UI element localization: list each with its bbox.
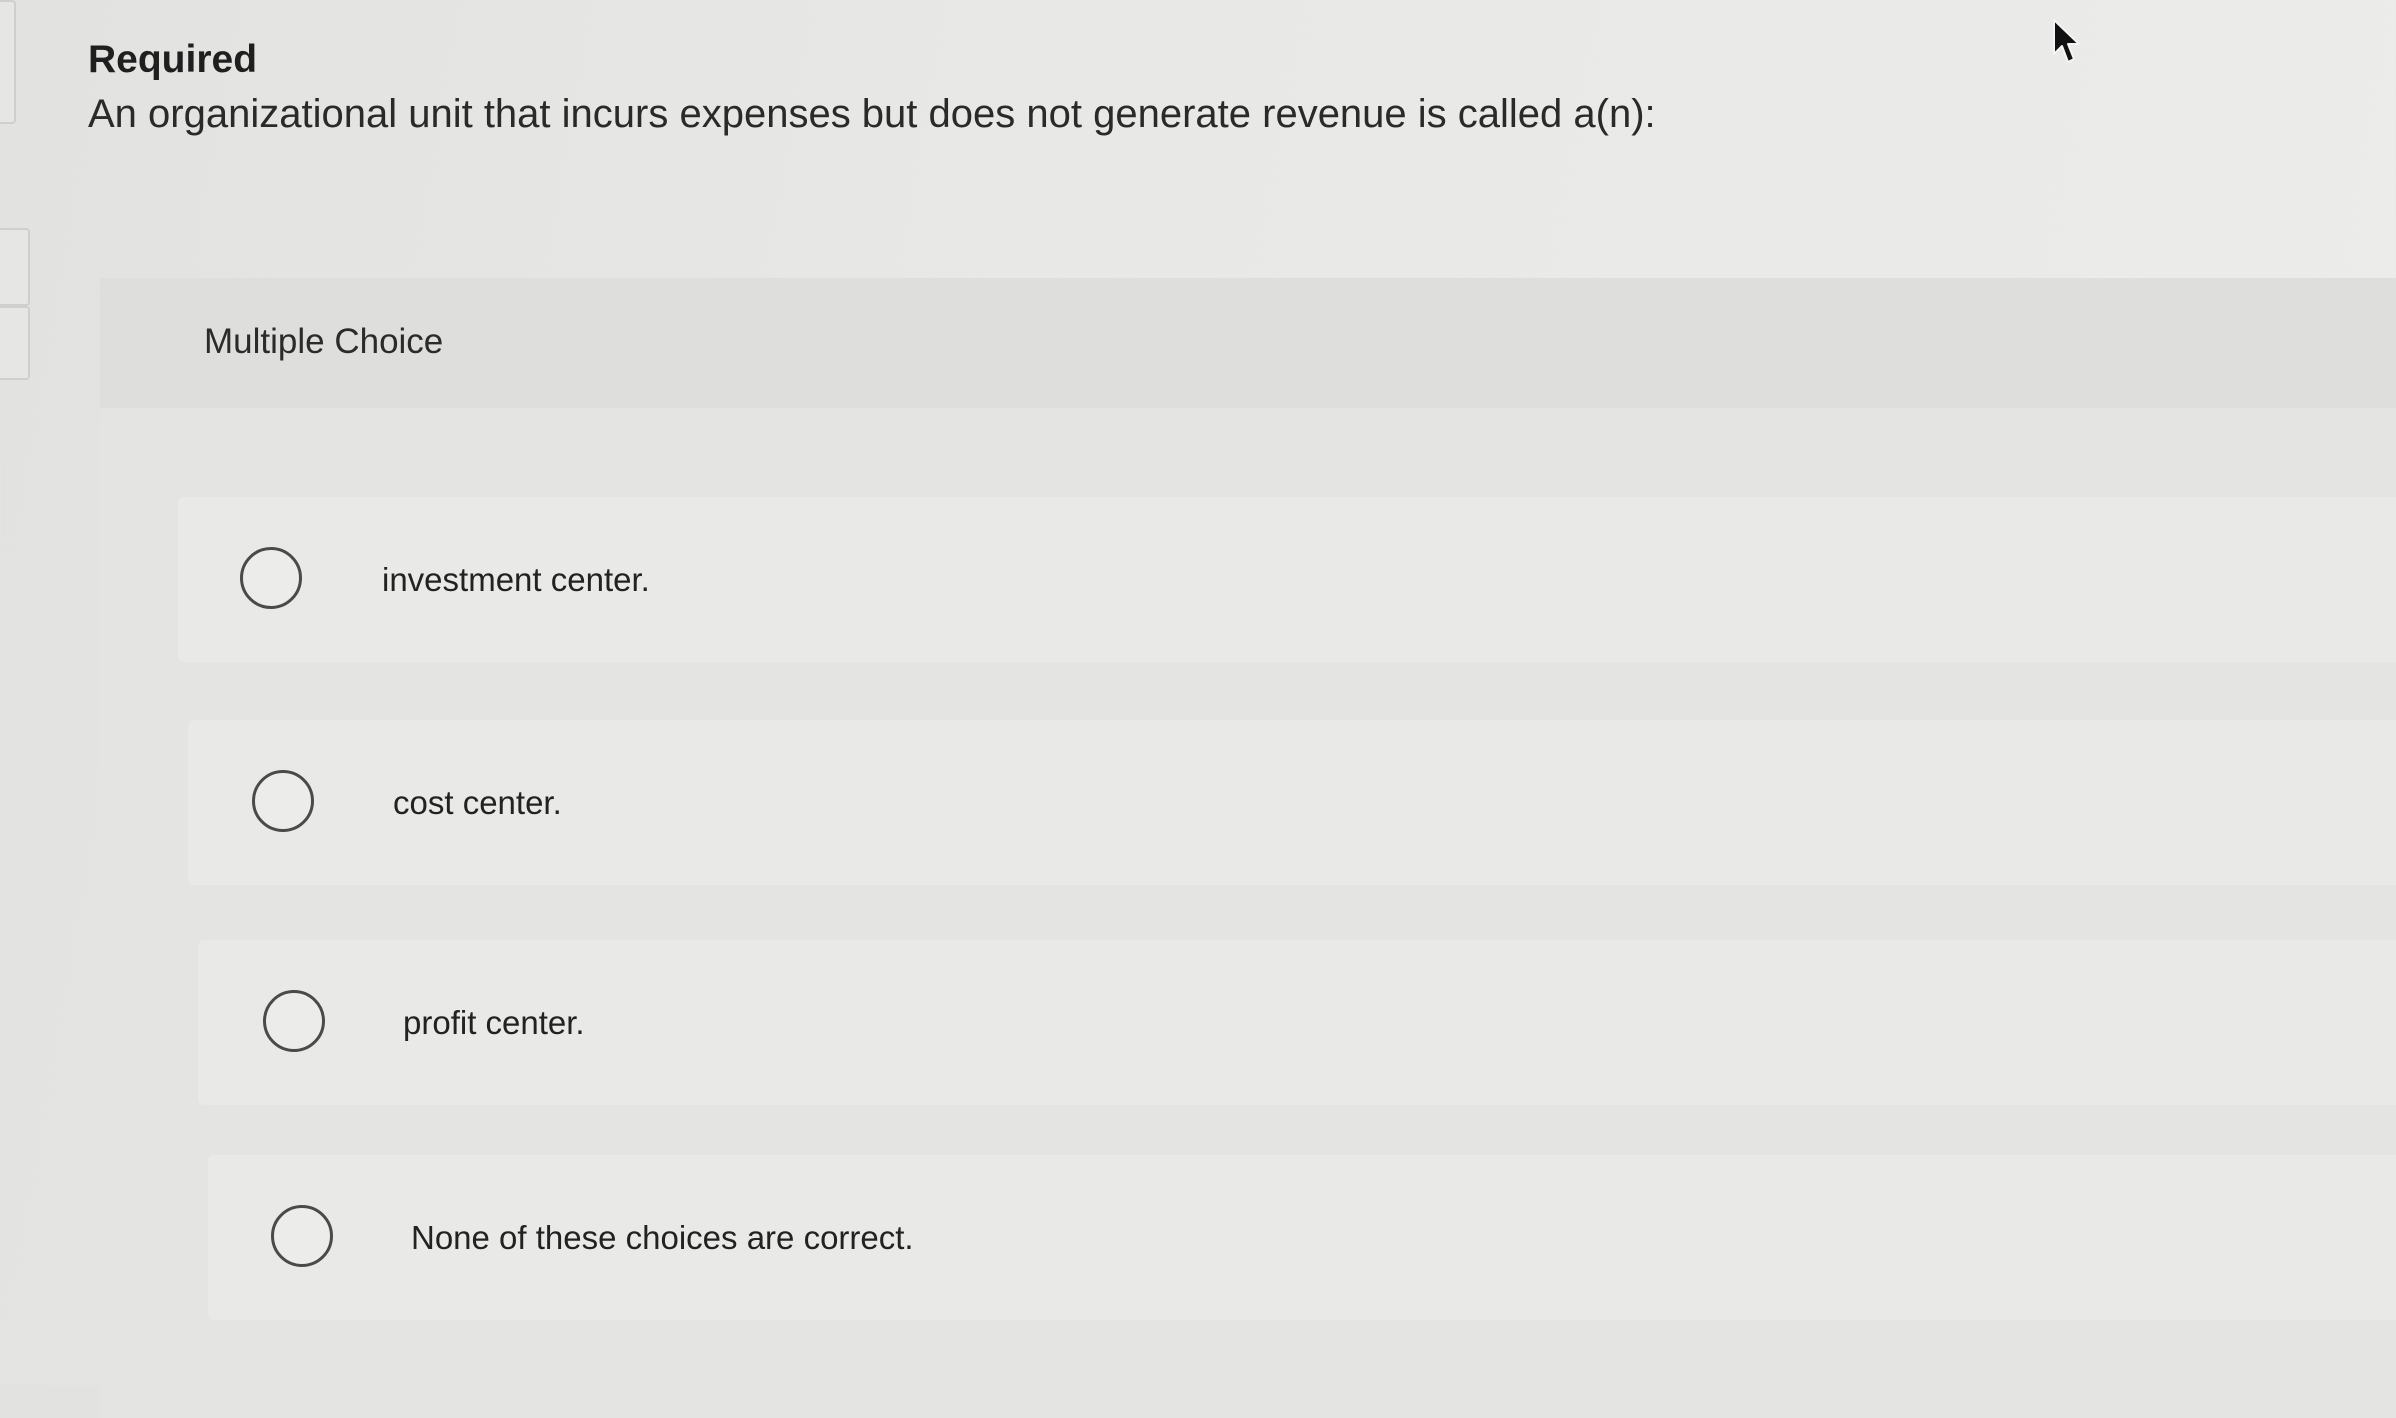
answer-option-label: investment center. [382,560,650,598]
answer-option[interactable]: None of these choices are correct. [208,1155,2396,1320]
answer-option-label: cost center. [393,783,562,821]
required-label: Required [88,38,258,81]
answer-option-label: None of these choices are correct. [411,1218,914,1256]
left-edge-tab [0,306,30,380]
answer-option[interactable]: investment center. [178,497,2396,662]
answer-option[interactable]: cost center. [188,720,2396,885]
radio-button-icon[interactable] [240,546,302,609]
multiple-choice-header: Multiple Choice [100,278,2396,408]
question-text: An organizational unit that incurs expen… [88,92,1656,136]
multiple-choice-title: Multiple Choice [204,322,444,361]
mouse-pointer-icon [2053,19,2080,63]
answer-option[interactable]: profit center. [198,940,2396,1105]
radio-button-icon[interactable] [263,989,325,1052]
left-edge-tab [0,228,30,306]
answer-option-label: profit center. [403,1003,585,1041]
radio-button-icon[interactable] [252,769,314,832]
radio-button-icon[interactable] [271,1204,333,1267]
left-edge-tab [0,0,16,124]
